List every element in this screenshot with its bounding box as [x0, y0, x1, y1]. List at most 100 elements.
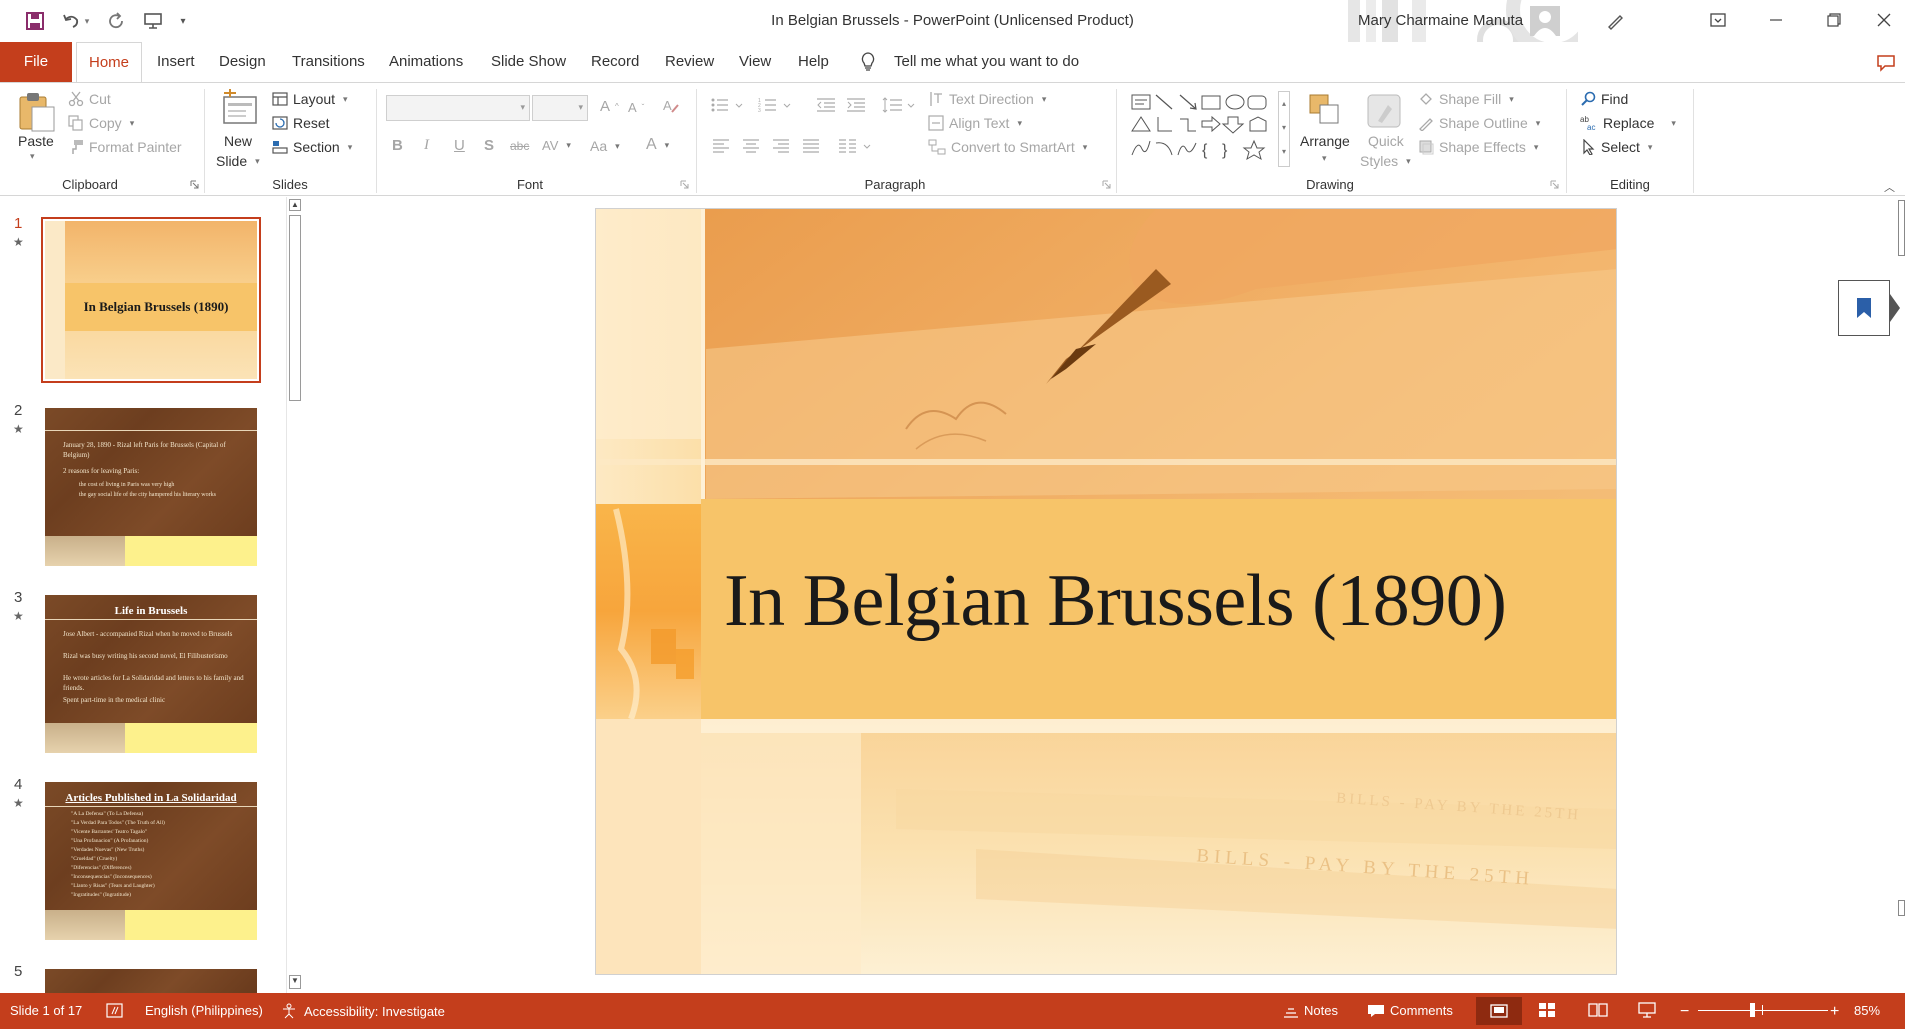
font-color-button[interactable]: A ▾: [646, 136, 669, 154]
tab-file[interactable]: File: [0, 42, 72, 82]
zoom-level[interactable]: 85%: [1854, 1003, 1880, 1018]
shrink-font-button[interactable]: Aˇ: [628, 100, 644, 115]
arrange-icon[interactable]: [1304, 91, 1344, 131]
shape-fill-button[interactable]: Shape Fill ▾: [1418, 91, 1514, 107]
reading-view-icon[interactable]: [1588, 1002, 1608, 1018]
copy-dropdown-icon[interactable]: ▾: [130, 118, 135, 129]
text-shadow-button[interactable]: S: [484, 137, 494, 154]
numbering-icon[interactable]: 123: [758, 97, 792, 113]
slide-title[interactable]: In Belgian Brussels (1890): [724, 559, 1604, 644]
justify-icon[interactable]: [802, 139, 820, 153]
right-pane-scrollbar[interactable]: [1898, 200, 1905, 256]
slide-sorter-view-icon[interactable]: [1538, 1002, 1556, 1018]
change-case-button[interactable]: Aa ▾: [590, 138, 620, 154]
zoom-in-icon[interactable]: +: [1830, 1003, 1839, 1021]
tab-review[interactable]: Review: [663, 42, 716, 82]
close-icon[interactable]: [1863, 0, 1905, 40]
underline-button[interactable]: U: [454, 137, 465, 154]
bullets-icon[interactable]: [710, 97, 744, 113]
shape-effects-button[interactable]: Shape Effects ▾: [1418, 139, 1538, 155]
columns-icon[interactable]: [838, 139, 872, 153]
align-text-button[interactable]: Align Text ▾: [928, 115, 1022, 131]
zoom-slider-thumb[interactable]: [1750, 1003, 1755, 1017]
find-button[interactable]: Find: [1580, 91, 1628, 107]
spelling-check-icon[interactable]: [106, 1003, 124, 1019]
user-name[interactable]: Mary Charmaine Manuta: [1358, 12, 1523, 29]
line-spacing-icon[interactable]: [882, 97, 916, 113]
clear-formatting-icon[interactable]: A: [662, 98, 680, 114]
notes-button[interactable]: Notes: [1283, 1003, 1338, 1018]
paste-button[interactable]: Paste: [18, 133, 54, 149]
text-direction-button[interactable]: Text Direction ▾: [928, 91, 1046, 107]
bookmark-button[interactable]: [1838, 280, 1890, 336]
slide-thumbnail-1[interactable]: In Belgian Brussels (1890): [45, 221, 257, 379]
grow-font-button[interactable]: A ^: [600, 98, 619, 115]
slide-thumbnail-2[interactable]: January 28, 1890 - Rizal left Paris for …: [45, 408, 257, 566]
strikethrough-button[interactable]: abc: [510, 139, 529, 153]
quick-styles-button[interactable]: Styles ▾: [1360, 153, 1411, 169]
copy-button[interactable]: Copy ▾: [68, 115, 134, 131]
arrange-dropdown-icon[interactable]: ▾: [1322, 153, 1327, 164]
new-slide-button[interactable]: Slide ▾: [216, 153, 260, 169]
tab-design[interactable]: Design: [217, 42, 268, 82]
collapse-ribbon-icon[interactable]: ︿: [1884, 179, 1895, 195]
shape-outline-button[interactable]: Shape Outline ▾: [1418, 115, 1540, 131]
font-dialog-launcher-icon[interactable]: [680, 180, 689, 189]
quick-styles-label-1[interactable]: Quick: [1368, 133, 1404, 149]
minimize-icon[interactable]: [1752, 0, 1800, 40]
select-button[interactable]: Select ▾: [1580, 139, 1652, 155]
font-family-combobox[interactable]: ▾: [386, 95, 530, 121]
cut-button[interactable]: Cut: [68, 91, 111, 107]
avatar[interactable]: [1530, 6, 1560, 36]
slide-thumbnail-5[interactable]: [45, 969, 257, 993]
paragraph-dialog-launcher-icon[interactable]: [1102, 180, 1111, 189]
increase-indent-icon[interactable]: [846, 97, 866, 113]
arrange-button[interactable]: Arrange: [1300, 133, 1350, 149]
pen-icon[interactable]: [1600, 6, 1630, 36]
thumbnail-scrollbar[interactable]: ▲ ▼: [286, 197, 303, 993]
tab-animations[interactable]: Animations: [387, 42, 465, 82]
current-slide[interactable]: BILLS - PAY BY THE 25TH BILLS - PAY BY T…: [595, 208, 1617, 975]
character-spacing-button[interactable]: AV ▾: [542, 138, 571, 153]
tab-home[interactable]: Home: [76, 42, 142, 83]
align-right-icon[interactable]: [772, 139, 790, 153]
drawing-dialog-launcher-icon[interactable]: [1550, 180, 1559, 189]
ribbon-display-icon[interactable]: [1694, 0, 1742, 40]
reset-button[interactable]: Reset: [272, 115, 330, 131]
comments-button[interactable]: Comments: [1367, 1003, 1453, 1018]
zoom-out-icon[interactable]: −: [1680, 1003, 1689, 1021]
convert-smartart-button[interactable]: Convert to SmartArt ▾: [928, 139, 1087, 155]
font-size-combobox[interactable]: ▾: [532, 95, 588, 121]
slideshow-view-icon[interactable]: [1638, 1002, 1656, 1018]
restore-icon[interactable]: [1810, 0, 1858, 40]
align-center-icon[interactable]: [742, 139, 760, 153]
accessibility-button[interactable]: Accessibility: Investigate: [281, 1003, 445, 1019]
paste-icon[interactable]: [14, 91, 58, 133]
clipboard-dialog-launcher-icon[interactable]: [190, 180, 199, 189]
slide-counter[interactable]: Slide 1 of 17: [10, 1003, 82, 1018]
layout-button[interactable]: Layout ▾: [272, 91, 348, 107]
scroll-down-icon[interactable]: ▼: [289, 975, 301, 989]
zoom-slider[interactable]: [1698, 1003, 1828, 1017]
tab-view[interactable]: View: [737, 42, 773, 82]
slide-thumbnail-4[interactable]: Articles Published in La Solidaridad "A …: [45, 782, 257, 940]
tab-transitions[interactable]: Transitions: [290, 42, 367, 82]
replace-button[interactable]: ab ac Replace ▾: [1580, 115, 1676, 131]
tab-insert[interactable]: Insert: [155, 42, 197, 82]
align-left-icon[interactable]: [712, 139, 730, 153]
format-painter-button[interactable]: Format Painter: [68, 139, 182, 155]
language-status[interactable]: English (Philippines): [145, 1003, 263, 1018]
new-slide-label-1[interactable]: New: [224, 133, 252, 149]
right-pane-scroll-handle[interactable]: [1898, 900, 1905, 916]
paste-dropdown-icon[interactable]: ▾: [30, 151, 35, 162]
scroll-thumb[interactable]: [289, 215, 301, 401]
shapes-gallery[interactable]: { }: [1128, 91, 1288, 165]
tab-help[interactable]: Help: [796, 42, 831, 82]
decrease-indent-icon[interactable]: [816, 97, 836, 113]
comments-pane-icon[interactable]: [1876, 54, 1896, 72]
scroll-up-icon[interactable]: ▲: [289, 199, 301, 211]
new-slide-dropdown-icon[interactable]: ▾: [255, 156, 260, 167]
tell-me-search[interactable]: Tell me what you want to do: [892, 42, 1081, 82]
section-button[interactable]: Section ▾: [272, 139, 352, 155]
tab-slide-show[interactable]: Slide Show: [489, 42, 568, 82]
